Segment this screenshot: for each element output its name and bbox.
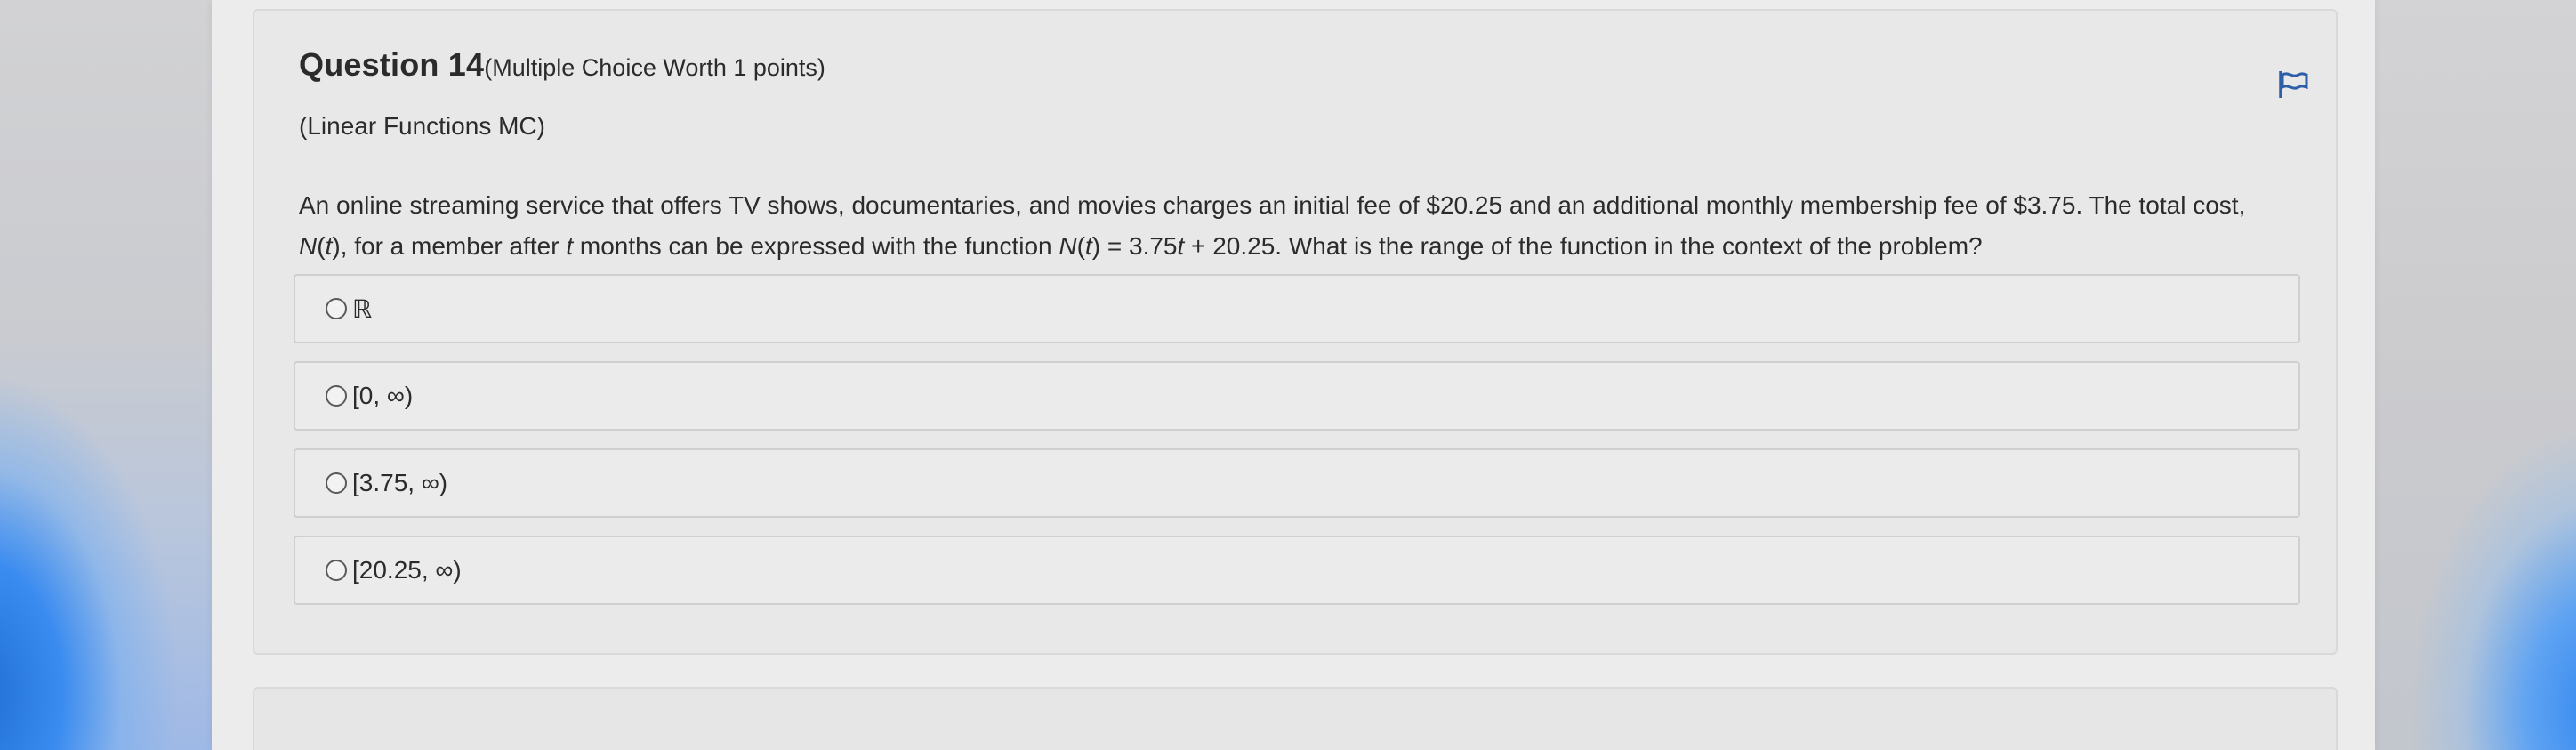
desktop-background-left [0,0,213,750]
answer-option-label: [3.75, ∞) [352,469,448,496]
radio-unselected-icon[interactable] [326,385,347,407]
quiz-page: Question 14(Multiple Choice Worth 1 poin… [212,0,2375,750]
answer-option-label: ℝ [352,294,373,323]
question-topic: (Linear Functions MC) [299,112,545,140]
question-text-line-2: N(t), for a member after t months can be… [299,232,1983,260]
question-title: Question 14 [299,46,485,83]
question-text-line-1: An online streaming service that offers … [299,191,2246,219]
answer-option-2[interactable]: [0, ∞) [294,361,2300,431]
answer-option-label: [20.25, ∞) [352,556,462,584]
radio-unselected-icon[interactable] [326,560,347,581]
desktop-background-right [2371,0,2576,750]
next-question-card [253,687,2338,750]
answer-option-1[interactable]: ℝ [294,274,2300,343]
flag-icon [2279,71,2308,98]
radio-unselected-icon[interactable] [326,298,347,319]
question-card: Question 14(Multiple Choice Worth 1 poin… [253,9,2338,655]
question-text: An online streaming service that offers … [299,185,2291,267]
answer-option-label: [0, ∞) [352,382,414,409]
flag-question-button[interactable] [2275,66,2311,101]
question-header: Question 14(Multiple Choice Worth 1 poin… [299,46,825,84]
answer-option-3[interactable]: [3.75, ∞) [294,448,2300,518]
radio-unselected-icon[interactable] [326,472,347,494]
answer-option-4[interactable]: [20.25, ∞) [294,536,2300,605]
question-points: (Multiple Choice Worth 1 points) [484,54,825,81]
answer-options: ℝ [0, ∞) [3.75, ∞) [20.25, ∞) [294,274,2300,623]
